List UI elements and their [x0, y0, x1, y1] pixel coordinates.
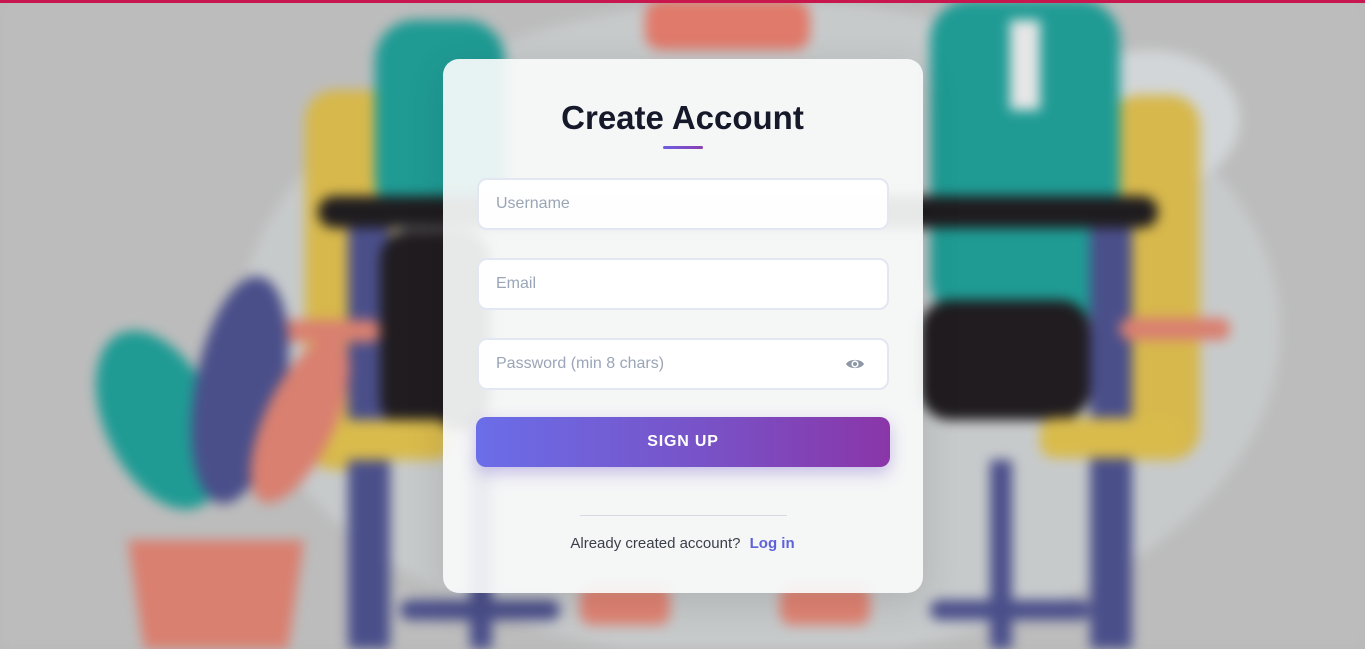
signup-card: [443, 59, 923, 593]
top-accent-strip: [0, 0, 1365, 3]
signup-button[interactable]: SIGN UP: [476, 417, 890, 467]
email-input[interactable]: [479, 260, 836, 308]
login-prompt-row: Already created account? Log in: [0, 535, 1365, 553]
login-prompt-text: Already created account?: [570, 535, 741, 552]
username-field[interactable]: [477, 178, 889, 230]
eye-icon[interactable]: [845, 356, 865, 372]
page-title: Create Account: [561, 99, 804, 136]
username-input[interactable]: [479, 180, 836, 228]
login-link[interactable]: Log in: [750, 535, 795, 552]
password-field[interactable]: [477, 338, 889, 390]
title-underline: [663, 146, 703, 149]
password-input[interactable]: [479, 340, 836, 388]
divider: [580, 515, 787, 516]
email-field[interactable]: [477, 258, 889, 310]
